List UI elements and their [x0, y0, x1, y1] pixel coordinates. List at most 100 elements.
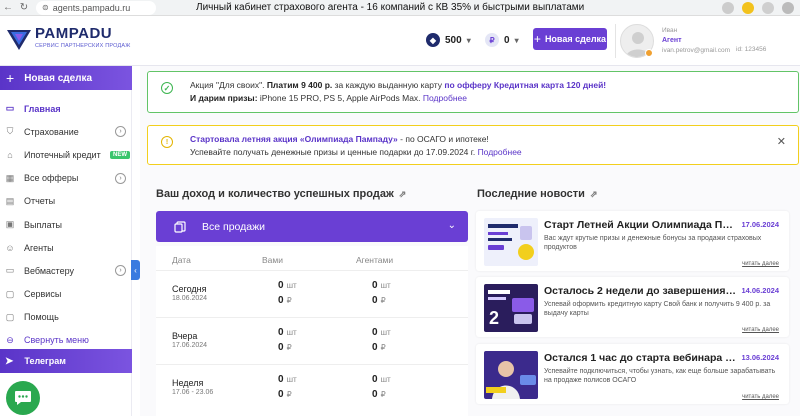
promo-banner-olympiad: ! Стартовала летняя акция «Олимпиада Пам… — [147, 125, 799, 165]
logo[interactable]: PAMPADU СЕРВИС ПАРТНЕРСКИХ ПРОДАЖ — [6, 26, 131, 52]
logo-name: PAMPADU — [35, 25, 113, 42]
translate-icon[interactable] — [762, 1, 774, 14]
sidebar-item-help[interactable]: ▢ Помощь — [0, 306, 132, 329]
sidebar-item-mortgage[interactable]: ⌂ Ипотечный кредит NEW — [0, 143, 132, 166]
news-card[interactable]: Старт Летней Акции Олимпиада Пампаду 17.… — [476, 211, 789, 271]
promo-prizes-text: iPhone 15 PRO, PS 5, Apple AirPods Max. — [257, 93, 423, 103]
chevron-right-icon[interactable]: › — [115, 265, 126, 277]
code-icon: ▭ — [5, 265, 15, 276]
svg-text:2: 2 — [489, 308, 499, 328]
sidebar-telegram-button[interactable]: ➤ Телеграм — [0, 349, 132, 373]
news-date: 17.06.2024 — [741, 220, 779, 229]
sidebar-new-deal-button[interactable]: + Новая сделка — [0, 66, 132, 90]
sidebar-toggle-handle[interactable]: ‹ — [131, 260, 140, 280]
news-text: Успевай оформить кредитную карту Свой ба… — [544, 301, 771, 317]
income-section-title[interactable]: Ваш доход и количество успешных продаж ⇗ — [156, 188, 406, 200]
promo-text: Акция "Для своих". — [190, 80, 267, 90]
agents-count-cell: 0 шт — [372, 280, 391, 291]
news-title: Старт Летней Акции Олимпиада Пампаду — [544, 219, 738, 231]
telegram-label: Телеграм — [24, 356, 66, 366]
monitor-icon: ▭ — [5, 103, 15, 114]
pampadu-logo-icon — [7, 30, 31, 50]
user-info[interactable]: Иван Агент ivan.petrov@gmail.com — [662, 26, 730, 56]
self-count-cell: 0 шт — [278, 374, 297, 385]
news-card[interactable]: 2 Осталось 2 недели до завершения акции … — [476, 277, 789, 337]
logo-subtitle: СЕРВИС ПАРТНЕРСКИХ ПРОДАЖ — [35, 43, 131, 49]
header-new-deal-button[interactable]: + Новая сделка — [533, 28, 607, 50]
read-more-link[interactable]: читать далее — [742, 394, 779, 400]
sidebar-item-label: Ипотечный кредит — [24, 149, 101, 160]
sidebar-item-label: Выплаты — [24, 219, 62, 230]
row-date: 18.06.2024 — [172, 295, 208, 302]
agents-count-cell: 0 шт — [372, 327, 391, 338]
promo-offer-link[interactable]: по офферу Кредитная карта 120 дней! — [444, 80, 606, 90]
sidebar-item-offers[interactable]: ▦ Все офферы › — [0, 167, 132, 190]
promo-amount: Платим 9 400 р. — [266, 80, 333, 90]
own-card-promo-image: 2 — [488, 290, 534, 328]
sidebar-item-agents[interactable]: ☺ Агенты — [0, 236, 132, 259]
chat-button[interactable] — [6, 381, 40, 415]
row-date: 17.06.2024 — [172, 342, 208, 349]
table-row: Вчера 17.06.2024 0 шт 0 ₽ 0 шт 0 ₽ — [156, 317, 468, 364]
sidebar-menu: ▭ Главная ⛉ Страхование › ⌂ Ипотечный кр… — [0, 97, 132, 352]
news-date: 13.06.2024 — [741, 353, 779, 362]
sidebar-item-label: Вебмастеру — [24, 265, 74, 276]
google-lens-icon[interactable] — [722, 1, 734, 14]
close-icon[interactable]: ✕ — [777, 136, 786, 149]
read-more-link[interactable]: читать далее — [742, 261, 779, 267]
check-circle-icon: ✓ — [161, 82, 173, 94]
news-section-title[interactable]: Последние новости ⇗ — [477, 188, 598, 200]
main-content: ✓ Акция "Для своих". Платим 9 400 р. за … — [140, 66, 800, 416]
sidebar-item-label: Агенты — [24, 242, 54, 253]
chevron-right-icon[interactable]: › — [115, 172, 126, 184]
window-icon: ▢ — [5, 288, 15, 299]
profile-icon[interactable] — [782, 1, 794, 14]
new-badge: NEW — [110, 150, 130, 159]
wallet-icon: ▣ — [5, 219, 15, 230]
agents-money-cell: 0 ₽ — [372, 389, 386, 400]
user-email: ivan.petrov@gmail.com — [662, 47, 731, 54]
sidebar-item-home[interactable]: ▭ Главная — [0, 97, 132, 120]
browser-toolbar: ← ↻ ⊜ agents.pampadu.ru Личный кабинет с… — [0, 0, 800, 16]
address-bar[interactable]: ⊜ agents.pampadu.ru — [36, 0, 156, 15]
plus-icon: + — [533, 32, 541, 46]
sidebar-item-reports[interactable]: ▤ Отчеты — [0, 190, 132, 213]
back-icon[interactable]: ← — [0, 2, 16, 13]
reload-icon[interactable]: ↻ — [16, 2, 32, 13]
balance-rub-value: 0 — [504, 34, 510, 46]
column-header-self: Вами — [262, 255, 283, 265]
sidebar-item-payouts[interactable]: ▣ Выплаты — [0, 213, 132, 236]
balance-rub[interactable]: ₽ 0 ▾ — [485, 33, 519, 47]
chevron-down-icon: ▾ — [514, 35, 519, 45]
copy-icon — [174, 220, 186, 233]
sales-filter-label: Все продажи — [202, 220, 265, 233]
news-title-text: Последние новости — [477, 188, 585, 200]
balance-points[interactable]: ◆ 500 ▾ — [426, 33, 471, 47]
sales-filter-dropdown[interactable]: Все продажи ⌄ — [156, 211, 468, 242]
telegram-icon: ➤ — [5, 355, 14, 367]
news-title: Остался 1 час до старта вебинара по ОСАГ… — [544, 352, 738, 364]
income-title-text: Ваш доход и количество успешных продаж — [156, 188, 394, 200]
promo-details-link[interactable]: Подробнее — [423, 93, 467, 103]
promo-prizes-label: И дарим призы: — [190, 93, 258, 103]
avatar-status-badge — [645, 49, 653, 57]
olympiad-details-link[interactable]: Подробнее — [478, 147, 522, 157]
sidebar-item-webmaster[interactable]: ▭ Вебмастеру › — [0, 259, 132, 282]
extension-icon[interactable] — [742, 1, 754, 14]
sidebar: + Новая сделка ▭ Главная ⛉ Страхование ›… — [0, 66, 132, 416]
row-period: Вчера — [172, 331, 198, 341]
user-id: id: 123456 — [736, 46, 767, 53]
sidebar-item-insurance[interactable]: ⛉ Страхование › — [0, 120, 132, 143]
chevron-down-icon: ⌄ — [447, 220, 456, 231]
read-more-link[interactable]: читать далее — [742, 327, 779, 333]
site-info-icon[interactable]: ⊜ — [42, 3, 49, 12]
external-link-icon: ⇗ — [589, 188, 598, 199]
news-text: Вас ждут крутые призы и денежные бонусы … — [544, 235, 762, 251]
chevron-right-icon[interactable]: › — [115, 126, 126, 138]
sidebar-item-label: Сервисы — [24, 289, 62, 300]
sidebar-item-services[interactable]: ▢ Сервисы — [0, 283, 132, 306]
self-money-cell: 0 ₽ — [278, 342, 292, 353]
olympiad-description: Успевайте получать денежные призы и ценн… — [190, 147, 478, 157]
ruble-coin-icon: ₽ — [485, 33, 499, 47]
news-card[interactable]: Остался 1 час до старта вебинара по ОСАГ… — [476, 344, 789, 404]
